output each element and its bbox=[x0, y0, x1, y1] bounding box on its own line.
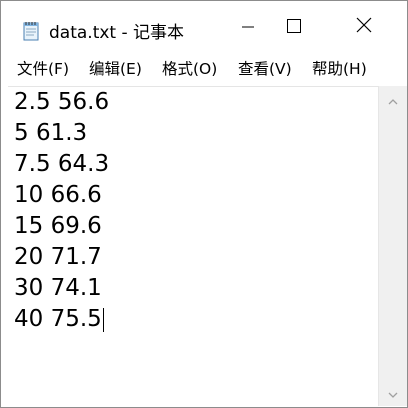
text-editor-area[interactable]: 2.5 56.6 5 61.3 7.5 64.3 10 66.6 15 69.6… bbox=[8, 86, 378, 407]
text-caret bbox=[102, 307, 104, 332]
text-line: 2.5 56.6 bbox=[14, 89, 110, 115]
close-button[interactable] bbox=[341, 7, 387, 47]
text-line-content: 40 75.5 bbox=[14, 306, 102, 332]
vertical-scrollbar[interactable] bbox=[378, 86, 407, 406]
scroll-down-button[interactable] bbox=[379, 382, 407, 404]
minimize-button[interactable] bbox=[225, 7, 271, 47]
text-line: 20 71.7 bbox=[14, 244, 102, 270]
menu-file[interactable]: 文件(F) bbox=[13, 56, 73, 82]
minimize-icon bbox=[242, 18, 254, 37]
notepad-window: data.txt - 记事本 文件(F) 编辑(E) 格式(O) 查看(V) 帮… bbox=[0, 0, 408, 408]
chevron-down-icon bbox=[388, 384, 398, 403]
menu-edit[interactable]: 编辑(E) bbox=[85, 56, 146, 82]
text-line: 15 69.6 bbox=[14, 213, 102, 239]
window-title: data.txt - 记事本 bbox=[49, 23, 185, 43]
maximize-button[interactable] bbox=[271, 7, 317, 47]
close-icon bbox=[356, 17, 372, 37]
text-line: 30 74.1 bbox=[14, 275, 102, 301]
menu-help[interactable]: 帮助(H) bbox=[308, 56, 371, 82]
text-line: 7.5 64.3 bbox=[14, 151, 110, 177]
menu-format[interactable]: 格式(O) bbox=[158, 56, 221, 82]
menu-bar: 文件(F) 编辑(E) 格式(O) 查看(V) 帮助(H) bbox=[1, 53, 407, 85]
text-line-last: 40 75.5 bbox=[14, 304, 104, 335]
title-bar[interactable]: data.txt - 记事本 bbox=[1, 1, 407, 51]
text-line: 10 66.6 bbox=[14, 182, 102, 208]
text-line: 5 61.3 bbox=[14, 120, 88, 146]
scroll-up-button[interactable] bbox=[379, 88, 407, 110]
chevron-up-icon bbox=[388, 90, 398, 109]
notepad-icon[interactable] bbox=[21, 21, 41, 41]
maximize-icon bbox=[287, 18, 301, 37]
menu-view[interactable]: 查看(V) bbox=[234, 56, 296, 82]
